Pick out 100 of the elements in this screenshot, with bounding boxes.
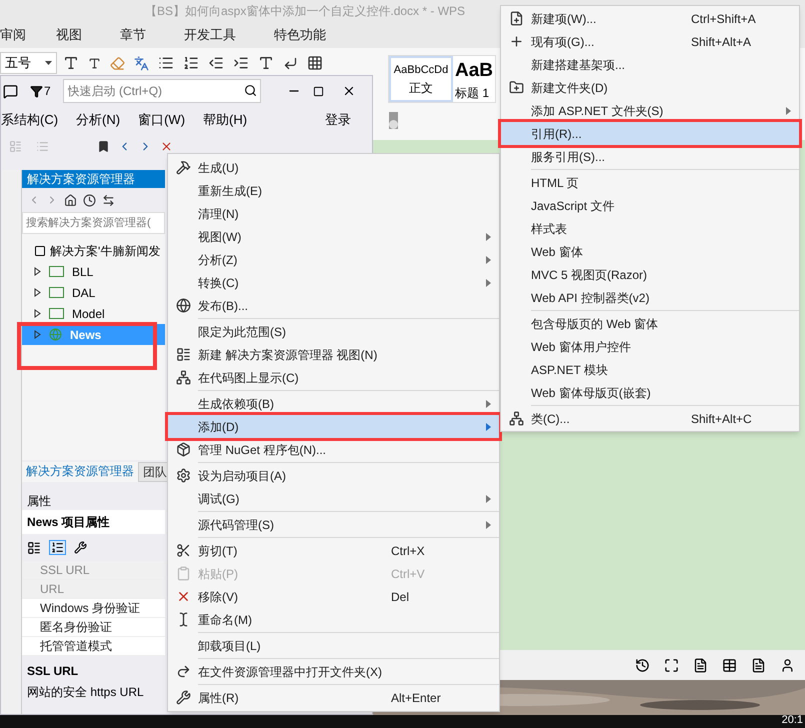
sign-in-link[interactable]: 登录	[325, 110, 352, 130]
bullet-list-icon[interactable]	[158, 55, 174, 71]
menu-item[interactable]: 新建项(W)... Ctrl+Shift+A	[501, 7, 799, 30]
paragraph-mark-icon[interactable]	[283, 56, 298, 70]
menu-item[interactable]: Web 窗体用户控件	[501, 335, 799, 358]
menu-item[interactable]: 样式表	[501, 217, 799, 240]
history-icon[interactable]	[635, 658, 650, 672]
menu-item[interactable]: 剪切(T) Ctrl+X	[168, 539, 499, 562]
menu-item[interactable]: 移除(V) Del	[168, 585, 499, 608]
web-view-icon[interactable]	[751, 658, 766, 672]
menu-item[interactable]: 转换(C)	[168, 271, 499, 294]
indent-icon[interactable]	[233, 55, 249, 71]
avatar-icon[interactable]	[389, 112, 398, 128]
menu-item[interactable]: 重新生成(E)	[168, 179, 499, 202]
pending-changes-icon[interactable]	[83, 194, 96, 206]
menu-item[interactable]: 在代码图上显示(C)	[168, 366, 499, 389]
tree-item[interactable]: DAL	[22, 282, 165, 303]
ribbon-tab[interactable]: 视图	[56, 25, 82, 45]
collapsed-icon[interactable]	[34, 267, 41, 276]
menu-item[interactable]: 视图(W)	[168, 225, 499, 248]
sync-icon[interactable]	[102, 194, 115, 206]
menu-item[interactable]: 包含母版页的 Web 窗体	[501, 312, 799, 335]
window-title: 【BS】如何向aspx窗体中添加一个自定义控件.docx * - WPS	[145, 3, 466, 20]
menu-icon	[508, 80, 524, 95]
menu-item[interactable]: 清理(N)	[168, 202, 499, 225]
menu-bar-item[interactable]: 窗口(W)	[138, 110, 186, 130]
menu-item[interactable]: 生成(U)	[168, 156, 499, 179]
menu-bar-item[interactable]: 帮助(H)	[203, 110, 248, 130]
menu-item[interactable]: HTML 页	[501, 171, 799, 194]
table-icon[interactable]	[307, 55, 323, 71]
ribbon-tab[interactable]: 审阅	[0, 25, 26, 45]
property-pages-icon[interactable]	[74, 541, 87, 554]
menu-bar-item[interactable]: 系结构(C)	[1, 110, 58, 130]
submenu-arrow-icon	[486, 400, 491, 408]
csharp-project-icon	[49, 308, 64, 319]
tree-item[interactable]: BLL	[22, 261, 165, 282]
filter-icon[interactable]	[30, 84, 43, 98]
phonetic-icon[interactable]	[134, 56, 149, 70]
menu-item[interactable]: 类(C)... Shift+Alt+C	[501, 407, 799, 430]
ribbon-tab[interactable]: 特色功能	[274, 25, 326, 45]
menu-item[interactable]: 管理 NuGet 程序包(N)...	[168, 438, 499, 461]
menu-icon	[176, 664, 190, 679]
collapsed-icon[interactable]	[34, 309, 41, 318]
menu-item[interactable]: 服务引用(S)...	[501, 145, 799, 168]
clear-format-icon[interactable]	[110, 56, 125, 70]
categorized-icon[interactable]	[27, 540, 41, 554]
quick-launch-field[interactable]: 快速启动 (Ctrl+Q)	[62, 79, 261, 103]
menu-item[interactable]: Web 窗体母版页(嵌套)	[501, 381, 799, 404]
web-project-icon	[49, 328, 62, 341]
collapsed-icon[interactable]	[34, 288, 41, 297]
tree-item[interactable]: Model	[22, 303, 165, 324]
menu-item[interactable]: 添加 ASP.NET 文件夹(S)	[501, 99, 799, 122]
panel-tab[interactable]: 解决方案资源管理器	[22, 462, 138, 482]
properties-subject: News 项目属性	[22, 510, 165, 534]
tree-item[interactable]: 解决方案'牛腩新闻发	[50, 242, 160, 260]
outdent-icon[interactable]	[208, 55, 224, 71]
menu-bar-item[interactable]: 分析(N)	[76, 110, 120, 130]
menu-item[interactable]: 新建搭建基架项...	[501, 53, 799, 76]
menu-item[interactable]: 卸载项目(L)	[168, 634, 499, 657]
outline-view-icon[interactable]	[722, 658, 737, 672]
menu-item[interactable]: 引用(R)...	[501, 122, 799, 145]
page-view-icon[interactable]	[693, 658, 708, 672]
menu-item[interactable]: 属性(R) Alt+Enter	[168, 686, 499, 709]
bookmark-icon[interactable]	[97, 140, 110, 152]
menu-item[interactable]: 新建文件夹(D)	[501, 76, 799, 99]
ribbon-tab[interactable]: 开发工具	[184, 25, 236, 45]
ribbon-tab[interactable]: 章节	[120, 25, 146, 45]
menu-icon	[176, 442, 190, 457]
menu-item[interactable]: 发布(B)...	[168, 294, 499, 317]
menu-item[interactable]: ASP.NET 模块	[501, 358, 799, 381]
menu-item[interactable]: 调试(G)	[168, 487, 499, 510]
menu-item[interactable]: Web API 控制器类(v2)	[501, 286, 799, 309]
menu-item[interactable]: Web 窗体	[501, 240, 799, 263]
menu-item[interactable]: 分析(Z)	[168, 248, 499, 271]
menu-item[interactable]: 新建 解决方案资源管理器 视图(N)	[168, 343, 499, 366]
style-preset[interactable]: AaB 标题 1	[453, 56, 495, 102]
menu-item[interactable]: MVC 5 视图页(Razor)	[501, 263, 799, 286]
numbered-list-icon[interactable]	[183, 55, 199, 71]
menu-item[interactable]: 在文件资源管理器中打开文件夹(X)	[168, 660, 499, 683]
search-field[interactable]: 搜索解决方案资源管理器(	[22, 212, 165, 234]
menu-item[interactable]: 限定为此范围(S)	[168, 320, 499, 343]
menu-icon	[176, 370, 190, 385]
search-icon[interactable]	[244, 84, 257, 97]
menu-item[interactable]: 源代码管理(S)	[168, 513, 499, 536]
font-size-select[interactable]: 五号	[0, 52, 57, 74]
maximize-icon[interactable]	[312, 86, 324, 96]
property-row[interactable]: Windows 身份验证	[22, 599, 165, 618]
menu-item[interactable]: JavaScript 文件	[501, 194, 799, 217]
menu-item[interactable]: 添加(D)	[168, 415, 499, 438]
fullscreen-icon[interactable]	[664, 658, 679, 672]
reading-view-icon[interactable]	[780, 658, 795, 672]
menu-item[interactable]: 重命名(M)	[168, 608, 499, 631]
alphabetical-button[interactable]	[49, 540, 66, 555]
property-row[interactable]: 匿名身份验证	[22, 618, 165, 637]
menu-item[interactable]: 现有项(G)... Shift+Alt+A	[501, 30, 799, 53]
style-preset[interactable]: AaBbCcDd 正文	[389, 56, 453, 102]
feedback-icon[interactable]	[3, 84, 18, 98]
home-icon[interactable]	[64, 194, 77, 206]
menu-item[interactable]: 生成依赖项(B)	[168, 392, 499, 415]
clear-bookmark-icon[interactable]	[160, 140, 173, 152]
